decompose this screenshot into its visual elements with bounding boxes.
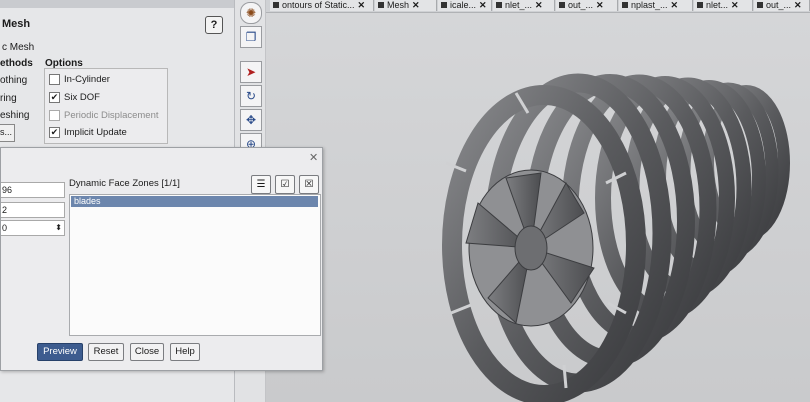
- help-dialog-button[interactable]: Help: [170, 343, 200, 361]
- window-icon: [496, 2, 502, 8]
- tab-inlet-1[interactable]: nlet_... ✕: [493, 0, 555, 11]
- periodic-displacement-checkbox: [49, 110, 60, 121]
- close-icon[interactable]: ✕: [309, 151, 318, 164]
- value-spinner[interactable]: 0 ⬍: [1, 220, 65, 236]
- option-periodic-displacement: Periodic Displacement: [49, 110, 159, 121]
- close-icon[interactable]: ✕: [479, 0, 487, 10]
- tab-out-1[interactable]: out_... ✕: [556, 0, 618, 11]
- window-icon: [378, 2, 384, 8]
- spinner-value: 0: [2, 223, 8, 233]
- dynamic-face-zones-label: Dynamic Face Zones [1/1]: [69, 178, 180, 189]
- rotate-icon[interactable]: ↻: [240, 85, 262, 107]
- spinner-arrows-icon[interactable]: ⬍: [55, 221, 62, 235]
- deselect-all-icon[interactable]: ☒: [299, 175, 319, 194]
- dynamic-face-zones-list[interactable]: blades: [69, 194, 321, 336]
- preview-button[interactable]: Preview: [37, 343, 83, 361]
- option-implicit-update[interactable]: ✔ Implicit Update: [49, 127, 127, 138]
- option-six-dof[interactable]: ✔ Six DOF: [49, 92, 100, 103]
- dynamic-mesh-label: c Mesh: [2, 42, 35, 53]
- close-icon[interactable]: ✕: [731, 0, 739, 10]
- help-button[interactable]: ?: [205, 16, 223, 34]
- select-all-icon[interactable]: ☑: [275, 175, 295, 194]
- option-in-cylinder[interactable]: In-Cylinder: [49, 74, 110, 85]
- fit-view-icon[interactable]: ✺: [240, 2, 262, 24]
- close-icon[interactable]: ✕: [794, 0, 802, 10]
- close-icon[interactable]: ✕: [358, 0, 366, 10]
- six-dof-checkbox[interactable]: ✔: [49, 92, 60, 103]
- graphics-viewport[interactable]: [266, 13, 810, 402]
- window-icon: [441, 2, 447, 8]
- value-field-2[interactable]: 2: [1, 202, 65, 218]
- list-item[interactable]: blades: [71, 196, 318, 207]
- close-icon[interactable]: ✕: [535, 0, 543, 10]
- panel-title: Mesh: [2, 18, 31, 30]
- implicit-update-checkbox[interactable]: ✔: [49, 127, 60, 138]
- close-icon[interactable]: ✕: [412, 0, 420, 10]
- mesh-methods-settings-button[interactable]: s...: [0, 124, 15, 142]
- tab-scale[interactable]: icale... ✕: [438, 0, 492, 11]
- tab-contours[interactable]: ontours of Static... ✕: [270, 0, 374, 11]
- mesh-rendering: [442, 73, 790, 402]
- method-layering[interactable]: ring: [0, 93, 17, 104]
- panel-header-bar: [0, 0, 234, 8]
- value-field-1[interactable]: 96: [1, 182, 65, 198]
- pointer-icon[interactable]: ➤: [240, 61, 262, 83]
- list-all-icon[interactable]: ☰: [251, 175, 271, 194]
- graphics-tab-bar: ontours of Static... ✕ Mesh ✕ icale... ✕ nl…: [266, 0, 810, 13]
- layers-icon[interactable]: ❐: [240, 26, 262, 48]
- tab-out-2[interactable]: out_... ✕: [754, 0, 810, 11]
- close-icon[interactable]: ✕: [671, 0, 679, 10]
- close-icon[interactable]: ✕: [596, 0, 604, 10]
- pan-icon[interactable]: ✥: [240, 109, 262, 131]
- tab-inlet-2[interactable]: nlet... ✕: [694, 0, 753, 11]
- dynamic-zones-dialog: ✕ 96 2 0 ⬍ Dynamic Face Zones [1/1] ☰ ☑ …: [0, 147, 323, 371]
- window-icon: [273, 2, 279, 8]
- reset-button[interactable]: Reset: [88, 343, 124, 361]
- window-icon: [757, 2, 763, 8]
- method-remeshing[interactable]: eshing: [0, 110, 29, 121]
- window-icon: [697, 2, 703, 8]
- in-cylinder-checkbox[interactable]: [49, 74, 60, 85]
- close-button[interactable]: Close: [130, 343, 164, 361]
- tab-mesh[interactable]: Mesh ✕: [375, 0, 437, 11]
- mesh-methods-header: ethods: [0, 58, 33, 69]
- window-icon: [622, 2, 628, 8]
- method-smoothing[interactable]: othing: [0, 75, 27, 86]
- options-group: In-Cylinder ✔ Six DOF Periodic Displacem…: [44, 68, 168, 144]
- tab-nplast[interactable]: nplast_... ✕: [619, 0, 693, 11]
- window-icon: [559, 2, 565, 8]
